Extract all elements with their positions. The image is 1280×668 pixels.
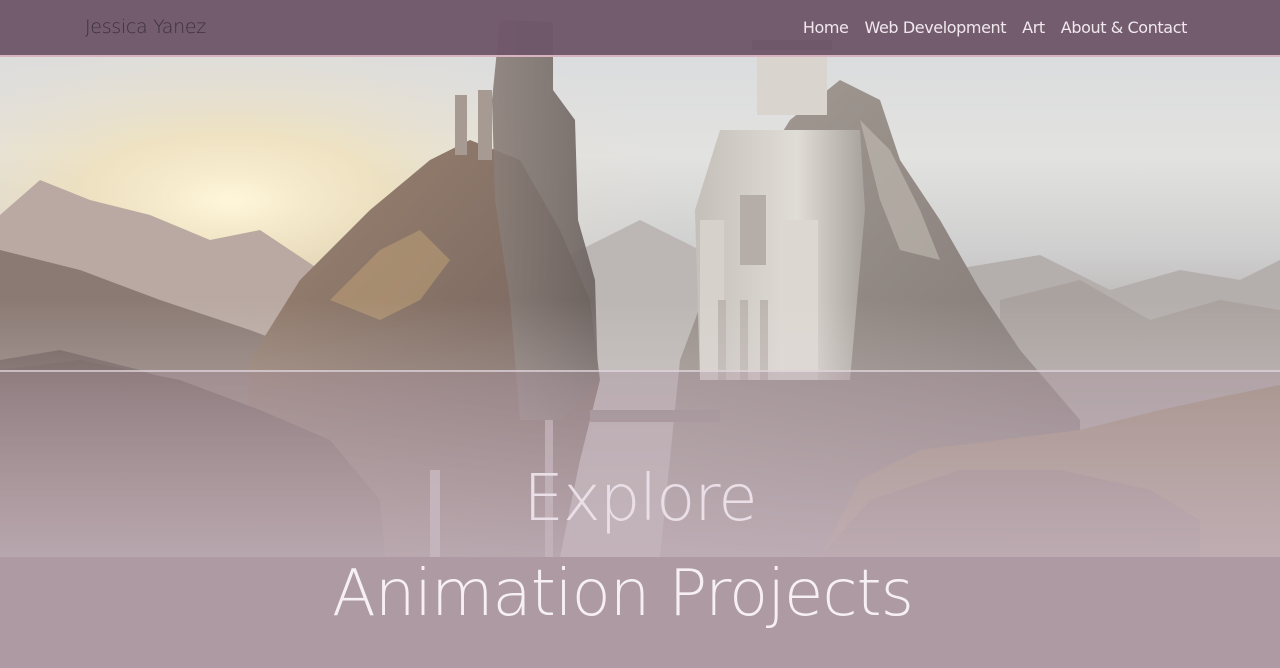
section-header-bar: Animation Projects <box>0 557 1280 668</box>
nav-links: Home Web Development Art About & Contact <box>803 18 1188 37</box>
hero-banner: Explore <box>0 0 1280 557</box>
nav-link-art[interactable]: Art <box>1022 18 1045 37</box>
nav-link-web-development[interactable]: Web Development <box>864 18 1006 37</box>
nav-link-about-contact[interactable]: About & Contact <box>1061 18 1188 37</box>
nav-link-home[interactable]: Home <box>803 18 849 37</box>
site-brand-logo[interactable]: Jessica Yanez <box>85 16 206 38</box>
section-title: Animation Projects <box>332 557 914 631</box>
hero-heading: Explore <box>523 462 757 536</box>
top-navbar: Jessica Yanez Home Web Development Art A… <box>0 0 1280 57</box>
